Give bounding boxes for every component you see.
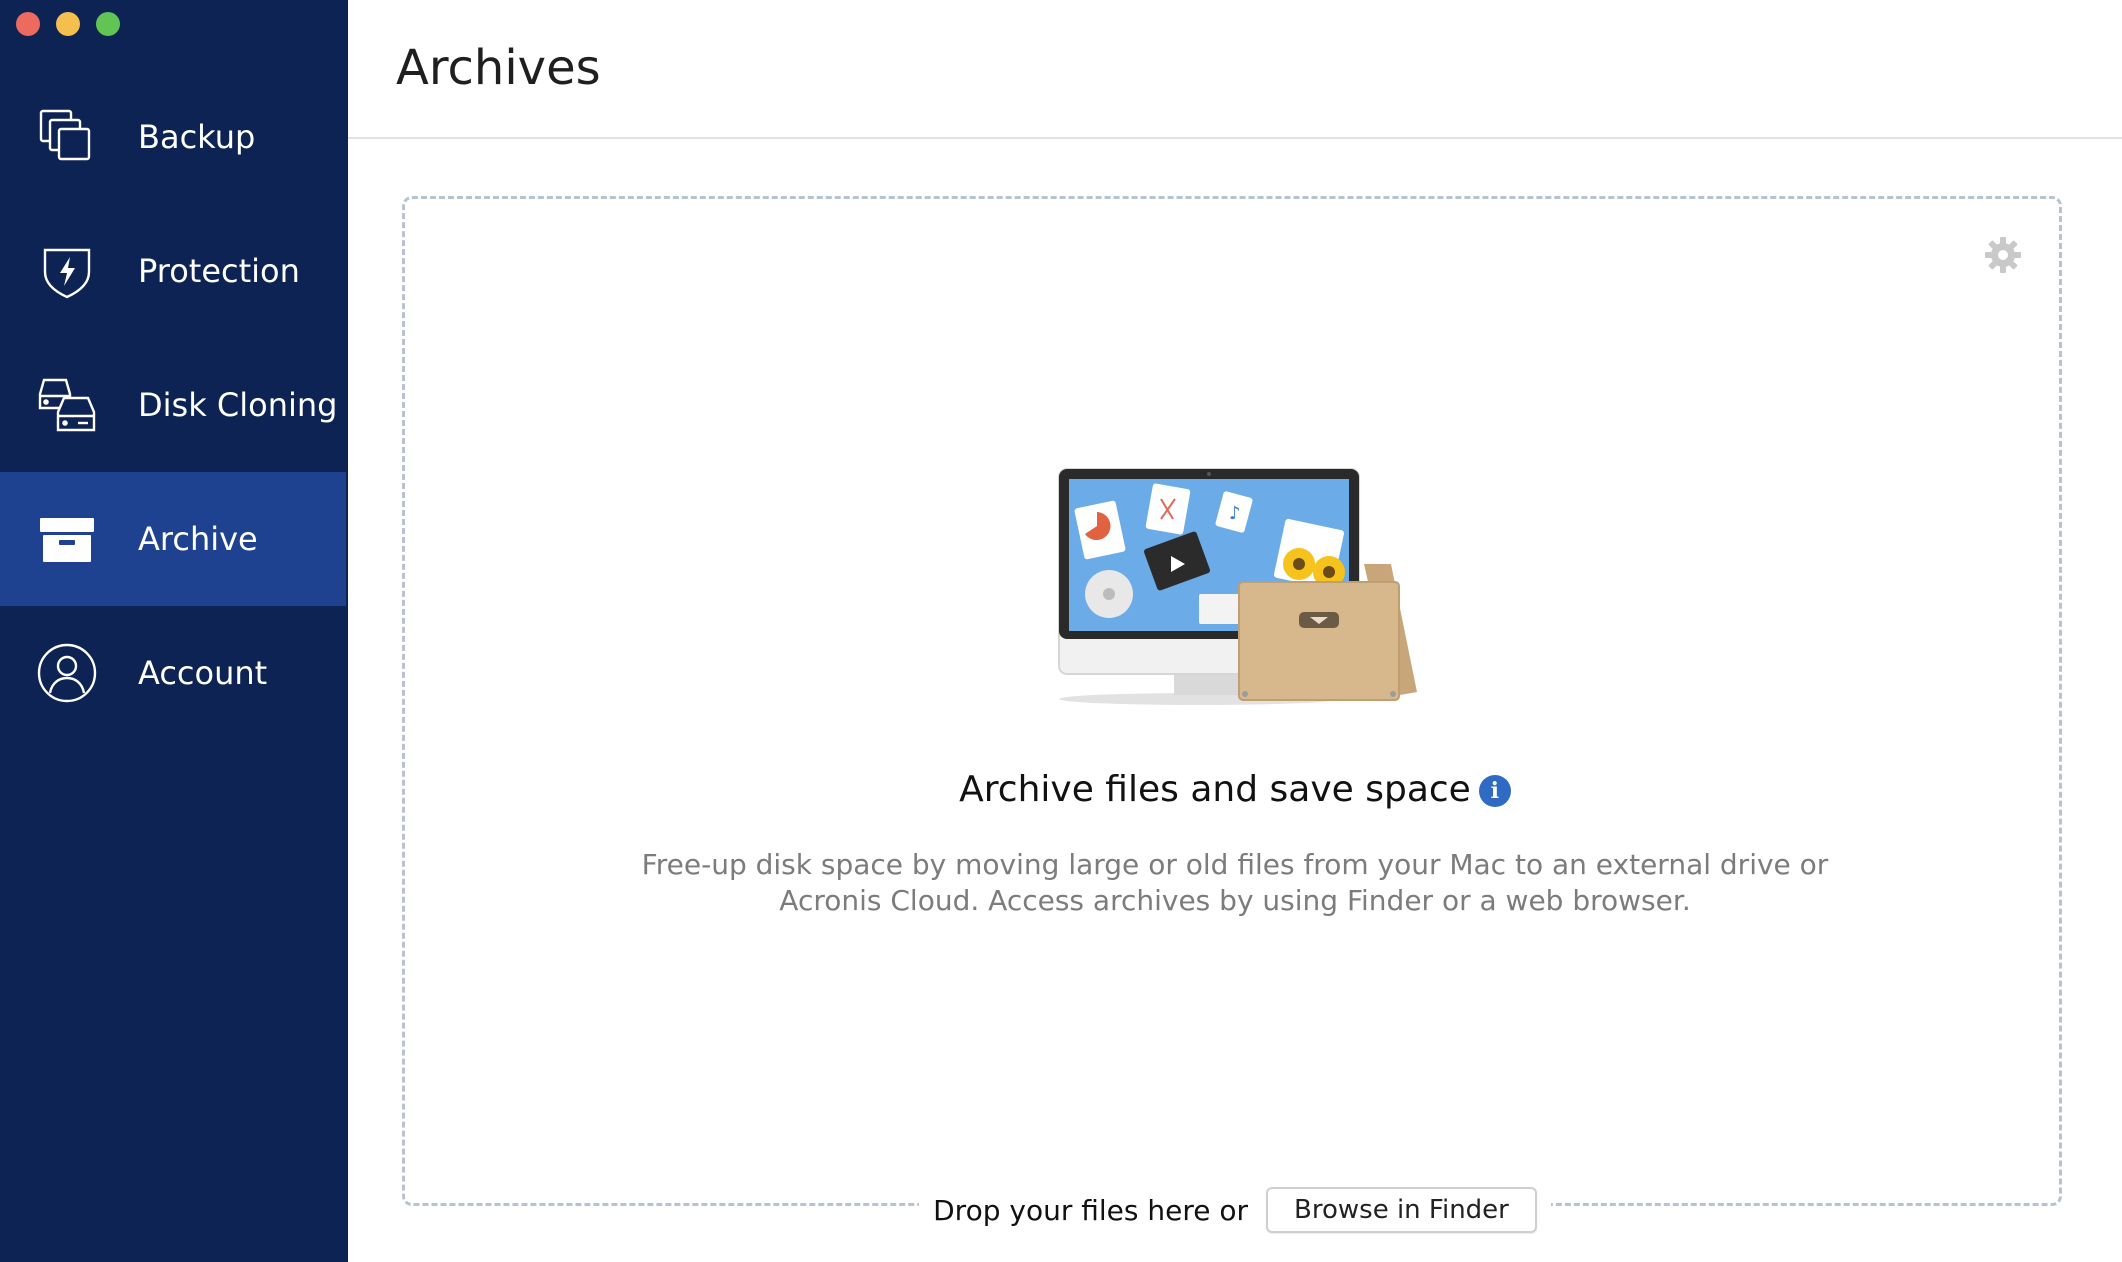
main-panel: Archives ♪ Archive files and save space …	[348, 0, 2122, 1262]
sidebar-item-disk-cloning[interactable]: Disk Cloning	[0, 338, 346, 472]
sidebar-item-archive[interactable]: Archive	[0, 472, 346, 606]
gear-icon[interactable]	[1983, 235, 2023, 275]
header-divider	[348, 137, 2122, 139]
sidebar-item-label: Protection	[138, 252, 300, 290]
archive-illustration: ♪	[1049, 464, 1429, 729]
minimize-window-button[interactable]	[56, 12, 80, 36]
svg-text:♪: ♪	[1229, 503, 1241, 524]
shield-icon	[36, 240, 98, 302]
user-icon	[36, 642, 98, 704]
sidebar-item-protection[interactable]: Protection	[0, 204, 346, 338]
drop-row: Drop your files here or Browse in Finder	[405, 1187, 2065, 1233]
empty-state-headline: Archive files and save space i	[405, 769, 2065, 810]
sidebar-item-account[interactable]: Account	[0, 606, 346, 740]
backup-icon	[36, 106, 98, 168]
window-controls	[16, 12, 120, 36]
drop-row-inner: Drop your files here or Browse in Finder	[919, 1187, 1551, 1233]
page-title: Archives	[396, 40, 601, 96]
sidebar-item-backup[interactable]: Backup	[0, 70, 346, 204]
archive-box-icon	[36, 508, 98, 570]
sidebar-item-label: Backup	[138, 118, 256, 156]
maximize-window-button[interactable]	[96, 12, 120, 36]
file-drop-zone[interactable]: ♪ Archive files and save space i Free-up…	[402, 196, 2065, 1233]
sidebar-item-label: Archive	[138, 520, 258, 558]
headline-text: Archive files and save space	[959, 769, 1471, 810]
disk-cloning-icon	[36, 374, 98, 436]
empty-state-description: Free-up disk space by moving large or ol…	[641, 848, 1829, 917]
sidebar-item-label: Disk Cloning	[138, 386, 338, 424]
close-window-button[interactable]	[16, 12, 40, 36]
sidebar-item-label: Account	[138, 654, 268, 692]
browse-in-finder-button[interactable]: Browse in Finder	[1266, 1187, 1537, 1233]
drop-files-label: Drop your files here or	[933, 1193, 1249, 1227]
info-icon[interactable]: i	[1478, 775, 1511, 807]
sidebar: Backup Protection Disk Cloning Archive A…	[0, 0, 348, 1262]
